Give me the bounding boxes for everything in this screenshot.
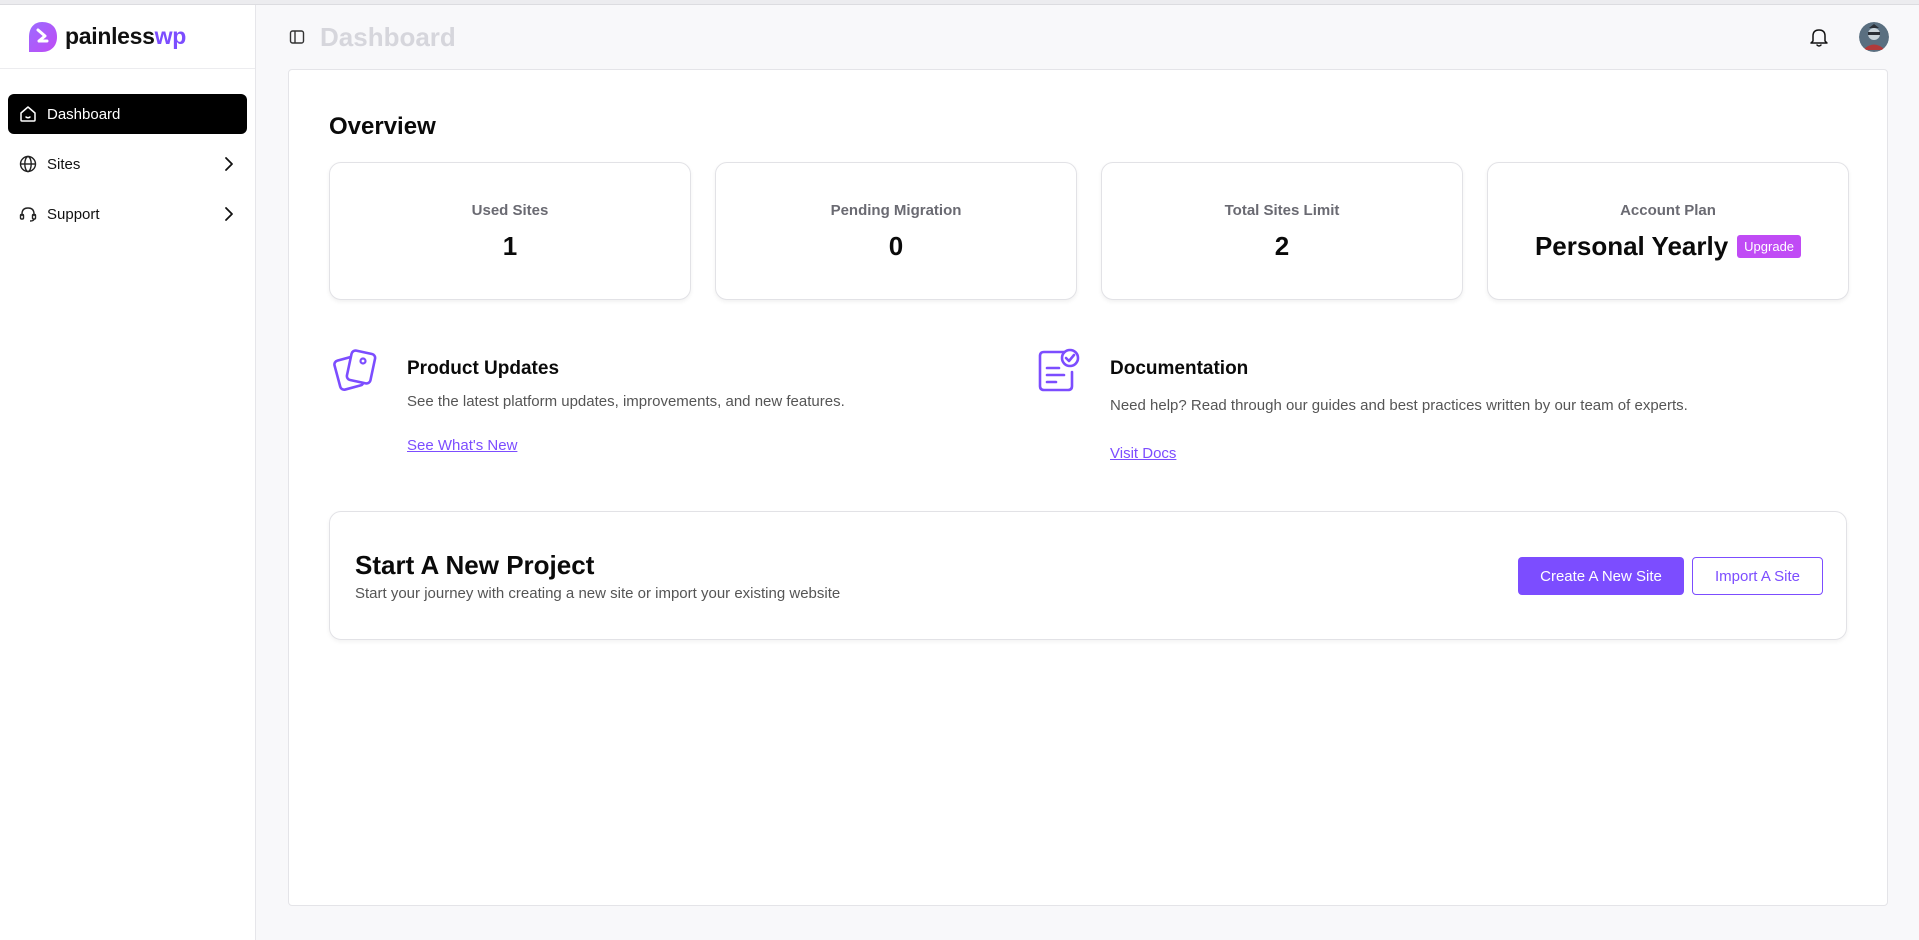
- stat-label: Used Sites: [471, 202, 549, 219]
- feature-title: Product Updates: [407, 358, 560, 379]
- sidebar-item-label: Dashboard: [47, 105, 121, 123]
- new-project-card: Start A New Project Start your journey w…: [329, 511, 1847, 640]
- stat-card-used-sites: Used Sites 1: [329, 162, 691, 300]
- headset-icon: [18, 204, 38, 224]
- sidebar-item-support[interactable]: Support: [8, 194, 247, 234]
- stat-card-pending-migration: Pending Migration 0: [715, 162, 1077, 300]
- page-title: Dashboard: [320, 22, 456, 52]
- project-description: Start your journey with creating a new s…: [355, 585, 841, 602]
- brand-name: painlesswp: [65, 23, 186, 49]
- stat-label: Pending Migration: [830, 202, 962, 219]
- sidebar-item-label: Sites: [47, 155, 81, 173]
- documentation-section: Documentation Need help? Read through ou…: [1034, 346, 1834, 466]
- overview-title: Overview: [329, 113, 436, 140]
- import-site-button[interactable]: Import A Site: [1692, 557, 1823, 595]
- sidebar-toggle-icon[interactable]: [289, 29, 305, 45]
- photos-icon: [331, 346, 381, 396]
- main-panel: Overview Used Sites 1 Pending Migration …: [288, 69, 1888, 906]
- sidebar-nav: Dashboard Sites Support: [0, 69, 255, 234]
- project-title: Start A New Project: [355, 550, 595, 580]
- product-updates-section: Product Updates See the latest platform …: [331, 346, 971, 466]
- home-icon: [18, 104, 38, 124]
- see-whats-new-link[interactable]: See What's New: [407, 437, 517, 454]
- upgrade-badge[interactable]: Upgrade: [1737, 235, 1802, 258]
- sidebar-item-label: Support: [47, 205, 100, 223]
- chevron-right-icon: [221, 206, 237, 222]
- avatar[interactable]: [1859, 22, 1889, 52]
- sidebar: painlesswp Dashboard Sites Support: [0, 5, 256, 940]
- globe-icon: [18, 154, 38, 174]
- stat-value: 0: [888, 231, 904, 261]
- sidebar-item-dashboard[interactable]: Dashboard: [8, 94, 247, 134]
- top-header: Dashboard: [256, 5, 1919, 69]
- painlesswp-logo-icon: [29, 21, 57, 52]
- feature-title: Documentation: [1110, 358, 1249, 379]
- stat-label: Account Plan: [1620, 202, 1716, 219]
- stat-label: Total Sites Limit: [1224, 202, 1340, 219]
- chevron-right-icon: [221, 156, 237, 172]
- plan-name: Personal Yearly: [1534, 231, 1729, 261]
- visit-docs-link[interactable]: Visit Docs: [1110, 445, 1176, 462]
- document-check-icon: [1034, 346, 1084, 396]
- create-new-site-button[interactable]: Create A New Site: [1518, 557, 1684, 595]
- feature-description: See the latest platform updates, improve…: [407, 393, 845, 410]
- stat-value: 1: [502, 231, 518, 261]
- stat-card-total-sites-limit: Total Sites Limit 2: [1101, 162, 1463, 300]
- stat-card-account-plan: Account Plan Personal Yearly Upgrade: [1487, 162, 1849, 300]
- bell-icon[interactable]: [1808, 26, 1830, 48]
- sidebar-item-sites[interactable]: Sites: [8, 144, 247, 184]
- brand[interactable]: painlesswp: [0, 5, 255, 69]
- stat-value: 2: [1274, 231, 1290, 261]
- feature-description: Need help? Read through our guides and b…: [1110, 397, 1688, 414]
